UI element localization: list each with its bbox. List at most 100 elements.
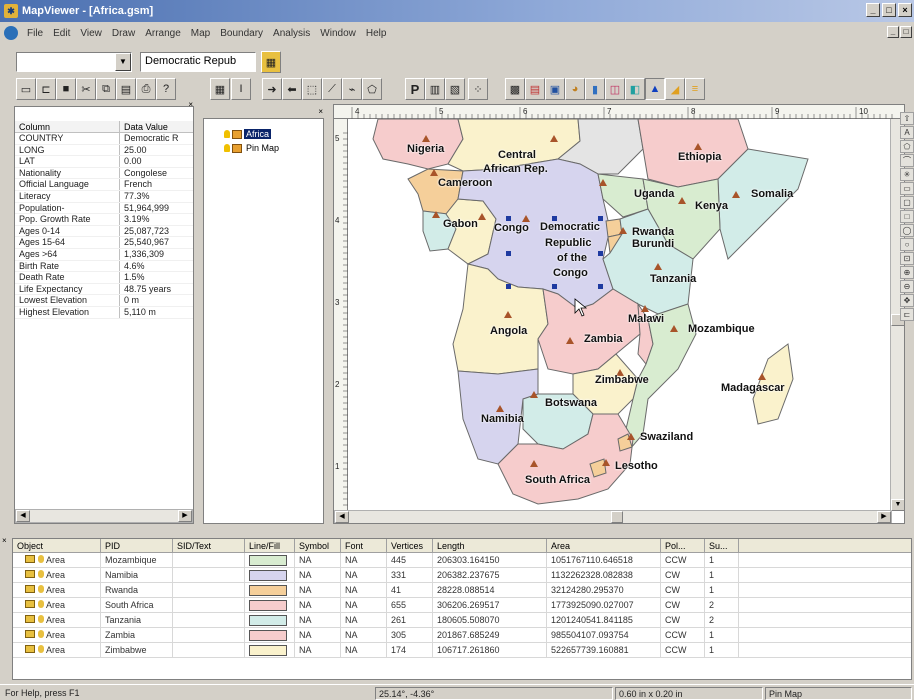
square-icon[interactable]: □ (900, 210, 914, 223)
map-label-kenya[interactable]: Kenya (695, 200, 728, 212)
table-row[interactable]: Area Zimbabwe NA NA 174 106717.261860 52265773… (13, 643, 911, 658)
property-value[interactable]: Democratic R (120, 133, 193, 144)
ellipse-icon[interactable]: ◯ (900, 224, 914, 237)
property-value[interactable]: 77.3% (120, 191, 193, 202)
zoom-out-icon[interactable]: ⊖ (900, 280, 914, 293)
table-row[interactable]: Area South Africa NA NA 655 306206.269517 1773… (13, 598, 911, 613)
map-label-drc4[interactable]: Congo (553, 267, 588, 279)
region-somalia[interactable] (717, 148, 809, 260)
measure-icon[interactable]: ⊏ (900, 308, 914, 321)
map-label-car2[interactable]: African Rep. (483, 163, 548, 175)
map-label-lesotho[interactable]: Lesotho (615, 460, 658, 472)
menu-map[interactable]: Map (186, 28, 215, 39)
property-value[interactable]: 51,964,999 (120, 203, 193, 214)
rectangle-icon[interactable]: ▭ (900, 182, 914, 195)
select-arrow-icon[interactable]: ⇧ (900, 112, 914, 125)
layer-select[interactable]: ▼ (16, 52, 132, 72)
map-label-somalia[interactable]: Somalia (751, 188, 793, 200)
line-graph-map-button[interactable]: ◫ (605, 78, 625, 100)
scroll-left-icon[interactable]: ◀ (335, 511, 349, 523)
close-icon[interactable]: × (188, 100, 193, 109)
print-button[interactable]: ⎙ (136, 78, 156, 100)
property-row[interactable]: Ages 0-14 25,087,723 (15, 225, 193, 238)
scroll-thumb[interactable] (611, 511, 623, 523)
map-label-drc2[interactable]: Republic (545, 237, 591, 249)
properties-scrollbar[interactable]: ◀ ▶ (15, 509, 193, 523)
selection-handle[interactable] (506, 216, 511, 221)
fill-swatch[interactable] (249, 615, 287, 627)
tree-item-africa[interactable]: Africa (224, 129, 272, 139)
menu-edit[interactable]: Edit (48, 28, 75, 39)
move-back-button[interactable]: ⬅ (282, 78, 302, 100)
grid-column-header[interactable]: Symbol (295, 539, 341, 552)
scroll-left-icon[interactable]: ◀ (16, 510, 30, 522)
grid-column-header[interactable]: Font (341, 539, 387, 552)
property-row[interactable]: Ages 15-64 25,540,967 (15, 237, 193, 249)
polygon-button[interactable]: ⬠ (362, 78, 382, 100)
grid-column-header[interactable]: Pol... (661, 539, 705, 552)
close-icon[interactable]: × (2, 536, 7, 545)
map-label-car1[interactable]: Central (498, 149, 536, 161)
map-label-tanzania[interactable]: Tanzania (650, 273, 696, 285)
visibility-bulb-icon[interactable] (224, 130, 230, 138)
grid-column-header[interactable]: Object (13, 539, 101, 552)
fill-swatch[interactable] (249, 570, 287, 582)
africa-map[interactable] (348, 119, 905, 511)
text-tool-button[interactable]: I (231, 78, 251, 100)
document-icon[interactable] (4, 26, 18, 40)
map-label-mozambique[interactable]: Mozambique (688, 323, 755, 335)
property-value[interactable]: 0.00 (120, 156, 193, 167)
map-label-zimbabwe[interactable]: Zimbabwe (595, 374, 649, 386)
map-label-nigeria[interactable]: Nigeria (407, 143, 444, 155)
property-row[interactable]: Pop. Growth Rate 3.19% (15, 214, 193, 226)
property-row[interactable]: Literacy 77.3% (15, 190, 193, 203)
grid-column-header[interactable]: Su... (705, 539, 739, 552)
polyline-icon[interactable]: ⌒ (900, 154, 914, 167)
grid-column-header[interactable]: Area (547, 539, 661, 552)
tree-item-pin-map[interactable]: Pin Map (224, 143, 281, 153)
doc-restore-button[interactable]: □ (900, 26, 912, 38)
property-value[interactable]: 25,540,967 (120, 237, 193, 248)
property-value[interactable]: 4.6% (120, 261, 193, 272)
property-row[interactable]: LAT 0.00 (15, 156, 193, 168)
symbol-map-button[interactable]: ◧ (625, 78, 645, 100)
map-label-angola[interactable]: Angola (490, 325, 527, 337)
polyline-button[interactable]: ⌁ (342, 78, 362, 100)
density-map-button[interactable]: ▩ (505, 78, 525, 100)
map-label-madagascar[interactable]: Madagascar (721, 382, 785, 394)
menu-arrange[interactable]: Arrange (140, 28, 186, 39)
property-row[interactable]: LONG 25.00 (15, 144, 193, 157)
property-value[interactable]: 5,110 m (120, 307, 193, 318)
selection-handle[interactable] (506, 251, 511, 256)
pan-icon[interactable]: ✥ (900, 294, 914, 307)
property-value[interactable]: 25.00 (120, 145, 193, 156)
bar-map-button[interactable]: ▥ (425, 78, 445, 100)
property-value[interactable]: 1,336,309 (120, 249, 193, 260)
move-forward-button[interactable]: ➜ (262, 78, 282, 100)
map-label-southafrica[interactable]: South Africa (525, 474, 590, 486)
property-row[interactable]: Birth Rate 4.6% (15, 260, 193, 273)
map-label-burundi[interactable]: Burundi (632, 238, 674, 250)
menu-boundary[interactable]: Boundary (215, 28, 268, 39)
map-label-rwanda[interactable]: Rwanda (632, 226, 674, 238)
fill-swatch[interactable] (249, 555, 287, 567)
object-properties-button[interactable]: ▦ (261, 51, 281, 73)
selection-handle[interactable] (506, 284, 511, 289)
reshape-button[interactable]: ⬚ (302, 78, 322, 100)
chevron-down-icon[interactable]: ▼ (115, 53, 131, 71)
fill-swatch[interactable] (249, 630, 287, 642)
property-value[interactable]: 1.5% (120, 272, 193, 283)
scroll-down-icon[interactable]: ▼ (891, 499, 904, 511)
menu-analysis[interactable]: Analysis (268, 28, 315, 39)
table-row[interactable]: Area Namibia NA NA 331 206382.237675 113226232… (13, 568, 911, 583)
map-label-swaziland[interactable]: Swaziland (640, 431, 693, 443)
save-button[interactable]: ■ (56, 78, 76, 100)
object-field[interactable]: Democratic Repub (140, 52, 256, 72)
circle-icon[interactable]: ○ (900, 238, 914, 251)
minimize-button[interactable]: _ (866, 3, 880, 17)
property-value[interactable]: 48.75 years (120, 284, 193, 295)
close-icon[interactable]: × (318, 107, 323, 116)
zoom-in-icon[interactable]: ⊕ (900, 266, 914, 279)
grid-column-header[interactable]: Line/Fill (245, 539, 295, 552)
map-label-cameroon[interactable]: Cameroon (438, 177, 492, 189)
